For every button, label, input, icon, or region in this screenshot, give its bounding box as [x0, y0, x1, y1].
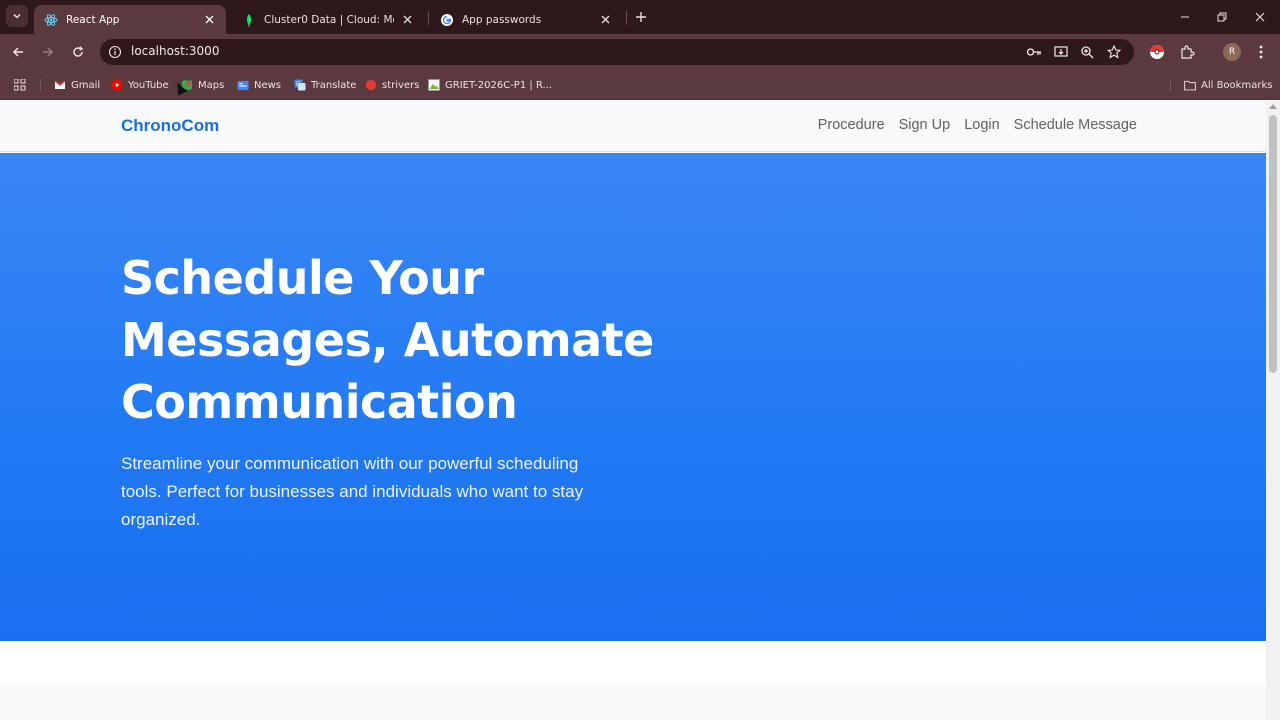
tab-mongodb[interactable]: Cluster0 Data | Cloud: MongoDB: [232, 5, 424, 34]
tab-title: App passwords: [462, 13, 542, 26]
back-button[interactable]: [8, 42, 28, 62]
plus-icon: [636, 12, 646, 22]
all-bookmarks-button[interactable]: All Bookmarks: [1184, 77, 1272, 93]
zoom-icon[interactable]: [1079, 44, 1095, 60]
gmail-icon: [54, 79, 66, 91]
close-icon[interactable]: [400, 13, 414, 27]
apps-grid-button[interactable]: [14, 77, 26, 93]
close-window-button[interactable]: [1251, 8, 1269, 26]
hero-title: Schedule Your Messages, Automate Communi…: [121, 251, 654, 429]
page-scrollbar[interactable]: [1266, 101, 1280, 720]
nav-link-login[interactable]: Login: [964, 117, 999, 133]
bookmark-separator: [1170, 79, 1171, 91]
address-bar[interactable]: localhost:3000: [100, 39, 1134, 65]
url-text[interactable]: localhost:3000: [131, 44, 219, 58]
reload-button[interactable]: [68, 42, 88, 62]
restore-icon: [1217, 12, 1227, 22]
tab-app-passwords[interactable]: App passwords: [430, 5, 622, 34]
password-key-icon[interactable]: [1026, 44, 1042, 60]
mongodb-leaf-icon: [242, 13, 256, 27]
image-thumbnail-icon: [428, 79, 440, 91]
folder-icon: [1184, 79, 1196, 91]
youtube-icon: [111, 79, 123, 91]
profile-avatar[interactable]: R: [1223, 43, 1241, 61]
bookmark-separator: [40, 79, 41, 91]
minimize-button[interactable]: [1176, 8, 1194, 26]
section-band: [0, 683, 1266, 720]
nav-link-procedure[interactable]: Procedure: [818, 117, 885, 133]
pokeball-extension-icon[interactable]: [1148, 43, 1166, 61]
tab-react-app[interactable]: React App: [34, 5, 226, 34]
page-viewport: ChronoCom Procedure Sign Up Login Schedu…: [0, 101, 1266, 720]
tab-separator: [626, 11, 627, 25]
bookmarks-bar: Gmail YouTube Maps News G Translate stri…: [0, 70, 1280, 100]
nav-links: Procedure Sign Up Login Schedule Message: [818, 117, 1137, 133]
site-info-icon[interactable]: [108, 45, 122, 59]
tab-search-button[interactable]: [6, 5, 28, 27]
close-icon[interactable]: [202, 13, 216, 27]
hero-section: Schedule Your Messages, Automate Communi…: [0, 153, 1266, 641]
bookmark-star-icon[interactable]: [1106, 44, 1122, 60]
hero-subtitle: Streamline your communication with our p…: [121, 454, 584, 529]
apps-grid-icon: [14, 79, 26, 91]
extensions-puzzle-icon[interactable]: [1178, 43, 1196, 61]
react-icon: [44, 13, 58, 27]
browser-toolbar: localhost:3000 R: [0, 34, 1280, 70]
tab-title: React App: [66, 13, 120, 26]
close-icon[interactable]: [598, 13, 612, 27]
reload-icon: [73, 46, 84, 57]
minimize-icon: [1181, 16, 1189, 18]
news-icon: [237, 79, 249, 91]
bookmark-gmail[interactable]: Gmail: [54, 77, 100, 93]
arrow-left-icon: [12, 47, 23, 57]
close-icon: [1255, 12, 1265, 22]
bookmark-strivers[interactable]: strivers: [365, 77, 419, 93]
bookmark-translate[interactable]: G Translate: [294, 77, 356, 93]
bookmark-news[interactable]: News: [237, 77, 281, 93]
translate-icon: G: [294, 79, 306, 91]
brand-logo[interactable]: ChronoCom: [121, 116, 219, 136]
chevron-down-icon: [13, 13, 21, 19]
striver-logo-icon: [365, 79, 377, 91]
browser-tab-bar: React App Cluster0 Data | Cloud: MongoDB…: [0, 0, 1280, 34]
tab-separator: [428, 11, 429, 25]
more-menu-icon[interactable]: [1252, 43, 1270, 61]
restore-button[interactable]: [1213, 8, 1231, 26]
scrollbar-thumb[interactable]: [1269, 115, 1277, 373]
svg-text:G: G: [296, 81, 301, 88]
forward-button[interactable]: [38, 42, 58, 62]
google-icon: [440, 13, 454, 27]
nav-link-sign-up[interactable]: Sign Up: [899, 117, 951, 133]
new-tab-button[interactable]: [632, 8, 650, 26]
arrow-right-icon: [43, 47, 54, 57]
scroll-up-arrow[interactable]: [1269, 104, 1277, 109]
tab-title: Cluster0 Data | Cloud: MongoDB: [264, 13, 394, 26]
nav-link-schedule-message[interactable]: Schedule Message: [1014, 117, 1137, 133]
next-section: [0, 641, 1266, 720]
bookmark-griet[interactable]: GRIET-2026C-P1 | R...: [428, 77, 552, 93]
bookmark-maps[interactable]: Maps: [181, 77, 224, 93]
bookmark-youtube[interactable]: YouTube: [111, 77, 169, 93]
install-app-icon[interactable]: [1053, 44, 1069, 60]
site-navbar: ChronoCom Procedure Sign Up Login Schedu…: [0, 101, 1266, 152]
